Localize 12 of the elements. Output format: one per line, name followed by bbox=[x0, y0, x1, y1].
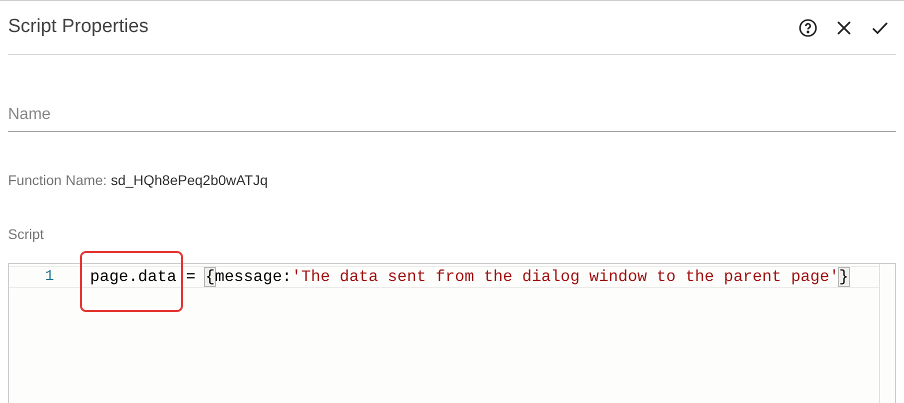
code-token: } bbox=[838, 268, 849, 286]
dialog-title: Script Properties bbox=[8, 15, 148, 40]
line-number: 1 bbox=[44, 266, 56, 287]
function-name-value: sd_HQh8ePeq2b0wATJq bbox=[110, 171, 268, 190]
code-token: message: bbox=[214, 268, 292, 286]
script-label: Script bbox=[8, 226, 44, 242]
function-name-label: Function Name: bbox=[8, 171, 107, 190]
name-field[interactable]: Name bbox=[8, 103, 896, 132]
code-token: = bbox=[185, 268, 197, 286]
code-token: 'The data sent from the dialog window to the parent page' bbox=[292, 268, 839, 286]
code-token: { bbox=[205, 268, 215, 286]
code-token: page.data bbox=[90, 268, 176, 286]
